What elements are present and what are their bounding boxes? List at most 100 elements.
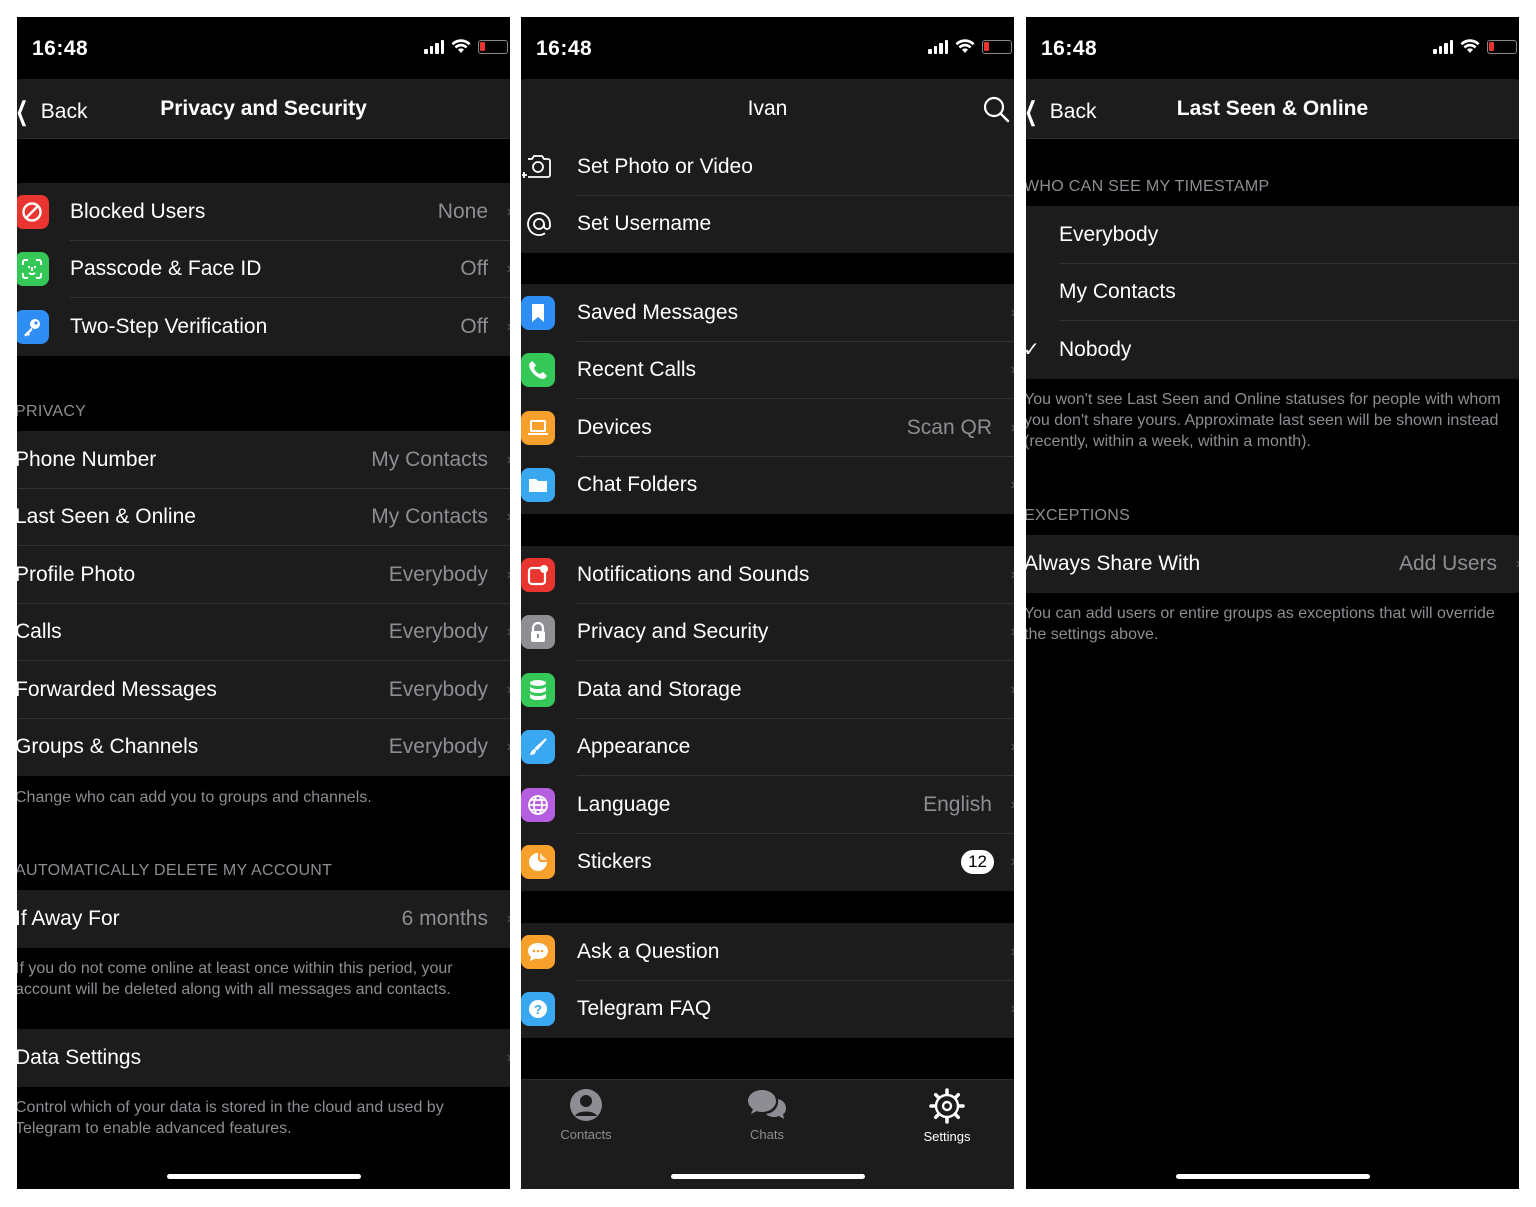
row-value: None (437, 199, 488, 223)
list-item-stickers[interactable]: Stickers 12 › (521, 834, 1014, 892)
tab-bar: Contacts Chats Settings (521, 1079, 1014, 1189)
cellular-signal-icon (424, 39, 444, 54)
list-item-forwarded-messages[interactable]: Forwarded Messages Everybody › (17, 661, 510, 719)
row-label: Phone Number (17, 447, 157, 471)
nav-bar: Ivan (521, 79, 1014, 139)
face-id-icon (17, 252, 49, 287)
row-label: Ask a Question (577, 939, 720, 963)
chevron-right-icon: › (1011, 943, 1014, 961)
chevron-right-icon: › (1011, 419, 1014, 437)
laptop-icon (521, 410, 555, 445)
list-item-privacy-security[interactable]: Privacy and Security › (521, 604, 1014, 661)
list-item-devices[interactable]: Devices Scan QR › (521, 399, 1014, 457)
chevron-right-icon: › (507, 910, 510, 928)
option-everybody[interactable]: Everybody (1026, 206, 1519, 264)
chevron-right-icon: › (507, 203, 510, 221)
row-value: Add Users (1398, 551, 1497, 575)
chevron-right-icon: › (507, 451, 510, 469)
chevron-right-icon: › (1011, 1000, 1014, 1018)
list-item-recent-calls[interactable]: Recent Calls › (521, 342, 1014, 399)
row-label: Telegram FAQ (577, 997, 712, 1021)
folder-icon (521, 468, 555, 503)
battery-icon (1487, 39, 1517, 54)
home-indicator[interactable] (670, 1174, 865, 1179)
list-item-last-seen[interactable]: Last Seen & Online My Contacts › (17, 489, 510, 546)
row-label: Appearance (577, 735, 691, 759)
key-icon (17, 309, 49, 344)
option-my-contacts[interactable]: My Contacts (1026, 264, 1519, 321)
privacy-group: Phone Number My Contacts › Last Seen & Onl… (17, 431, 510, 776)
list-item-set-username[interactable]: Set Username (521, 196, 1014, 254)
tab-label: Settings (923, 1129, 971, 1144)
row-label: Profile Photo (17, 562, 136, 586)
list-item-blocked-users[interactable]: Blocked Users None › (17, 183, 510, 241)
list-item-passcode[interactable]: Passcode & Face ID Off › (17, 241, 510, 298)
row-label: Set Username (577, 212, 712, 236)
list-item-data-storage[interactable]: Data and Storage › (521, 661, 1014, 719)
row-label: If Away For (17, 906, 120, 930)
chats-icon (748, 1090, 786, 1119)
battery-icon (982, 39, 1012, 54)
list-item-appearance[interactable]: Appearance › (521, 719, 1014, 776)
list-item-chat-folders[interactable]: Chat Folders › (521, 457, 1014, 515)
chevron-right-icon: › (1011, 681, 1014, 699)
row-label: Always Share With (1026, 551, 1201, 575)
tab-chats[interactable]: Chats (717, 1088, 817, 1142)
sticker-count-badge: 12 (961, 850, 994, 875)
list-item-notifications[interactable]: Notifications and Sounds › (521, 546, 1014, 604)
list-item-ask-question[interactable]: Ask a Question › (521, 923, 1014, 981)
chevron-right-icon: › (1516, 555, 1519, 573)
exceptions-section-header: EXCEPTIONS (1026, 507, 1131, 524)
timestamp-options-group: Everybody My Contacts ✓ Nobody (1026, 206, 1519, 379)
list-item-groups-channels[interactable]: Groups & Channels Everybody › (17, 719, 510, 777)
list-item-data-settings[interactable]: Data Settings › (17, 1029, 510, 1087)
row-label: Forwarded Messages (17, 677, 217, 701)
option-label: My Contacts (1059, 280, 1176, 304)
wifi-icon (955, 39, 975, 53)
list-item-two-step[interactable]: Two-Step Verification Off › (17, 298, 510, 356)
list-item-language[interactable]: Language English › (521, 776, 1014, 834)
row-label: Two-Step Verification (70, 314, 268, 338)
row-label: Language (577, 792, 671, 816)
chevron-right-icon: › (507, 623, 510, 641)
chevron-right-icon: › (507, 260, 510, 278)
list-item-set-photo[interactable]: Set Photo or Video (521, 138, 1014, 196)
chevron-right-icon: › (1011, 304, 1014, 322)
row-label: Set Photo or Video (577, 154, 753, 178)
row-value: Everybody (388, 735, 488, 759)
home-indicator[interactable] (1175, 1174, 1370, 1179)
bookmark-icon (521, 295, 555, 330)
row-label: Stickers (577, 850, 652, 874)
row-label: Notifications and Sounds (577, 562, 810, 586)
settings-group-2: Notifications and Sounds › Privacy and S… (521, 546, 1014, 891)
tab-label: Chats (750, 1127, 784, 1142)
home-indicator[interactable] (166, 1174, 361, 1179)
security-group: Blocked Users None › Passcode & Face ID … (17, 183, 510, 356)
tab-contacts[interactable]: Contacts (536, 1088, 636, 1142)
nav-bar: ❮Back Privacy and Security (17, 79, 510, 139)
tab-label: Contacts (560, 1127, 612, 1142)
chevron-right-icon: › (507, 566, 510, 584)
row-label: Groups & Channels (17, 735, 199, 759)
list-item-always-share[interactable]: Always Share With Add Users › (1026, 535, 1519, 593)
chevron-right-icon: › (1011, 623, 1014, 641)
chevron-right-icon: › (507, 508, 510, 526)
list-item-telegram-faq[interactable]: ? Telegram FAQ › (521, 981, 1014, 1039)
option-nobody[interactable]: ✓ Nobody (1026, 321, 1519, 379)
cellular-signal-icon (1433, 39, 1453, 54)
list-item-calls[interactable]: Calls Everybody › (17, 604, 510, 661)
row-value: 6 months (401, 906, 488, 930)
list-item-profile-photo[interactable]: Profile Photo Everybody › (17, 546, 510, 604)
row-value: Scan QR (906, 415, 992, 439)
row-label: Chat Folders (577, 473, 698, 497)
list-item-saved-messages[interactable]: Saved Messages › (521, 284, 1014, 342)
row-label: Privacy and Security (577, 620, 769, 644)
tab-settings[interactable]: Settings (897, 1088, 997, 1144)
search-icon[interactable] (982, 95, 1010, 123)
status-time: 16:48 (32, 37, 89, 60)
option-label: Everybody (1059, 222, 1159, 246)
list-item-away-for[interactable]: If Away For 6 months › (17, 890, 510, 948)
row-value: Off (460, 257, 488, 281)
delete-account-group: If Away For 6 months › (17, 890, 510, 948)
list-item-phone-number[interactable]: Phone Number My Contacts › (17, 431, 510, 489)
